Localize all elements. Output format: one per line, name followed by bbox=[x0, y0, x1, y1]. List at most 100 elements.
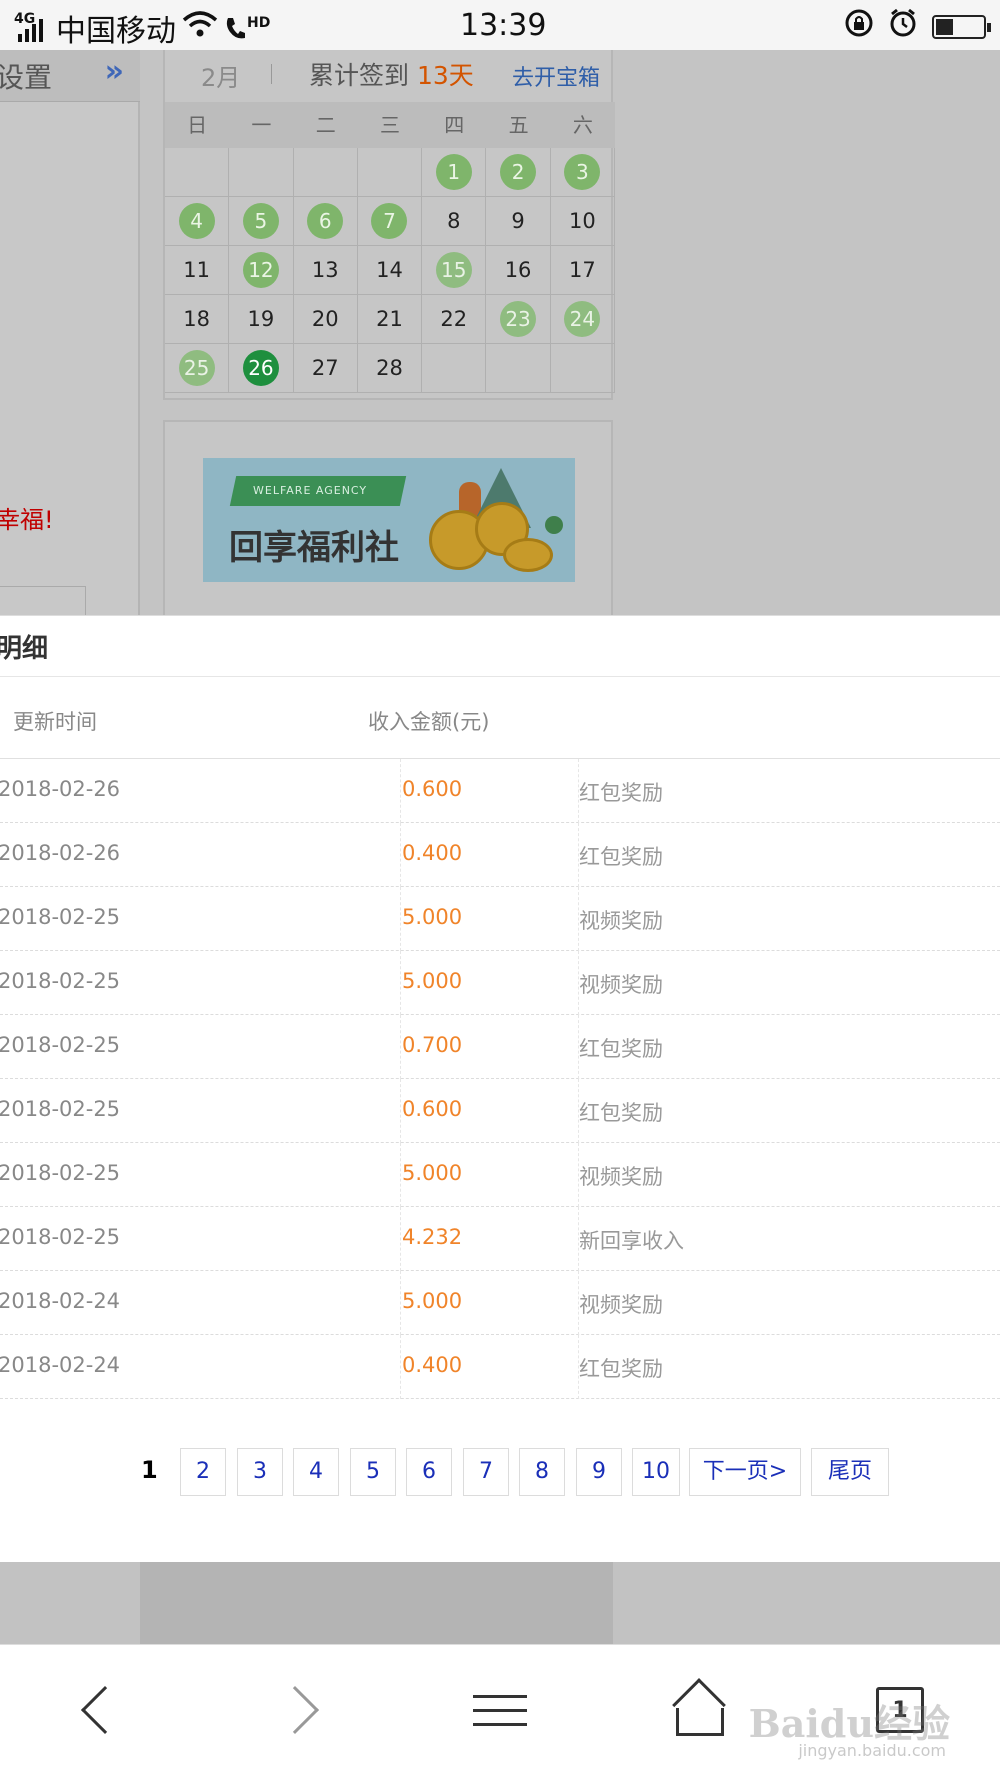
page-link[interactable]: 10 bbox=[632, 1448, 680, 1496]
income-date: 2018-02-24 bbox=[0, 1289, 121, 1313]
weekday-label: 四 bbox=[444, 113, 465, 137]
income-amount: 5.000 bbox=[402, 969, 463, 993]
banner-title: 回享福利社 bbox=[229, 528, 399, 568]
income-type: 视频奖励 bbox=[579, 1293, 663, 1317]
calendar-weekdays: 日一二三四五六 bbox=[165, 102, 615, 148]
next-page-button[interactable]: 下一页> bbox=[689, 1448, 801, 1496]
column-divider bbox=[578, 1143, 579, 1207]
signed-day: 1 bbox=[435, 154, 472, 190]
page-link[interactable]: 9 bbox=[576, 1448, 622, 1496]
calendar-day-cell bbox=[486, 344, 551, 393]
calendar-day-cell bbox=[229, 148, 294, 197]
watermark-logo: Baidu经验 bbox=[748, 1701, 950, 1746]
calendar-day-number: 9 bbox=[511, 209, 525, 233]
weekday-label: 六 bbox=[572, 113, 593, 137]
watermark-url: jingyan.baidu.com bbox=[798, 1741, 946, 1760]
column-divider bbox=[400, 951, 401, 1015]
page-link[interactable]: 6 bbox=[406, 1448, 452, 1496]
income-type: 视频奖励 bbox=[579, 973, 663, 997]
calendar-day-cell bbox=[357, 148, 423, 197]
menu-icon bbox=[473, 1684, 527, 1737]
calendar-day-cell: 23 bbox=[486, 295, 551, 344]
calendar-day-cell: 28 bbox=[357, 344, 423, 393]
income-row: 2018-02-24 5.000 视频奖励 bbox=[0, 1271, 1000, 1335]
column-header-amount: 收入金额(元) bbox=[368, 710, 490, 734]
income-amount: 0.600 bbox=[402, 1097, 463, 1121]
calendar-day-cell: 24 bbox=[550, 295, 615, 344]
income-date: 2018-02-25 bbox=[0, 905, 121, 929]
income-amount: 5.000 bbox=[402, 1161, 463, 1185]
total-sign-in-label: 累计签到 bbox=[309, 61, 417, 90]
income-type: 红包奖励 bbox=[579, 781, 663, 805]
calendar-day-cell: 13 bbox=[293, 246, 358, 295]
income-amount: 5.000 bbox=[402, 1289, 463, 1313]
open-chest-link: 去开宝箱 bbox=[512, 66, 601, 91]
calendar-day-cell: 4 bbox=[165, 197, 230, 246]
page-link[interactable]: 5 bbox=[350, 1448, 396, 1496]
calendar-month: 2月 bbox=[201, 64, 241, 92]
income-type: 新回享收入 bbox=[579, 1229, 684, 1253]
calendar-day-number: 28 bbox=[376, 356, 403, 380]
income-date: 2018-02-25 bbox=[0, 1161, 121, 1185]
column-divider bbox=[400, 1143, 401, 1207]
income-row: 2018-02-25 5.000 视频奖励 bbox=[0, 1143, 1000, 1207]
background-bottom-strip bbox=[0, 1562, 1000, 1644]
divider bbox=[271, 64, 272, 84]
column-divider bbox=[400, 887, 401, 951]
column-divider bbox=[400, 823, 401, 887]
calendar-day-number: 16 bbox=[504, 258, 532, 282]
column-divider bbox=[578, 1015, 579, 1079]
settings-bar: 设置 » bbox=[0, 50, 140, 102]
back-arrow-icon bbox=[80, 1685, 130, 1735]
page-link[interactable]: 3 bbox=[237, 1448, 283, 1496]
column-divider bbox=[578, 1079, 579, 1143]
calendar-day-cell bbox=[293, 148, 358, 197]
background-left-panel: 设置 » 幸福! bbox=[0, 50, 140, 626]
page-link[interactable]: 2 bbox=[180, 1448, 226, 1496]
page-link[interactable]: 8 bbox=[519, 1448, 565, 1496]
column-divider bbox=[578, 887, 579, 951]
calendar-day-number: 10 bbox=[568, 209, 596, 233]
page-link[interactable]: 7 bbox=[463, 1448, 509, 1496]
income-date: 2018-02-26 bbox=[0, 777, 121, 801]
sign-in-calendar: 2月 累计签到 13天 去开宝箱 日一二三四五六 1 2 3 4 5 6 7 8 9 10 11 12… bbox=[163, 50, 615, 400]
weekday-label: 日 bbox=[187, 113, 208, 137]
today-signed-day: 26 bbox=[242, 350, 279, 386]
calendar-day-cell: 25 bbox=[165, 344, 230, 393]
income-type: 红包奖励 bbox=[579, 845, 663, 869]
column-divider bbox=[578, 823, 579, 887]
income-row: 2018-02-25 5.000 视频奖励 bbox=[0, 887, 1000, 951]
income-date: 2018-02-25 bbox=[0, 969, 121, 993]
weekday-label: 二 bbox=[315, 113, 336, 137]
income-type: 红包奖励 bbox=[579, 1037, 663, 1061]
hd-call-icon: HD bbox=[224, 15, 270, 41]
total-sign-in-days: 13天 bbox=[416, 61, 474, 90]
calendar-day-cell: 15 bbox=[422, 246, 487, 295]
calendar-day-cell: 9 bbox=[486, 197, 551, 246]
income-amount: 0.400 bbox=[402, 1353, 463, 1377]
calendar-day-cell: 2 bbox=[486, 148, 551, 197]
page-link[interactable]: 4 bbox=[293, 1448, 339, 1496]
column-divider bbox=[400, 1271, 401, 1335]
column-divider bbox=[578, 1335, 579, 1399]
calendar-day-cell bbox=[165, 148, 230, 197]
calendar-day-cell: 12 bbox=[229, 246, 294, 295]
calendar-day-number: 20 bbox=[311, 307, 339, 331]
last-page-button[interactable]: 尾页 bbox=[811, 1448, 889, 1496]
weekday-label: 五 bbox=[508, 113, 529, 137]
forward-button[interactable] bbox=[262, 1675, 342, 1745]
back-button[interactable] bbox=[58, 1675, 138, 1745]
menu-button[interactable] bbox=[460, 1675, 540, 1745]
calendar-day-number: 8 bbox=[447, 209, 461, 233]
signed-day: 15 bbox=[435, 252, 472, 288]
hd-label: HD bbox=[247, 15, 271, 31]
income-type: 红包奖励 bbox=[579, 1357, 663, 1381]
calendar-day-number: 11 bbox=[183, 258, 210, 282]
column-divider bbox=[578, 1271, 579, 1335]
income-date: 2018-02-25 bbox=[0, 1033, 121, 1057]
divider bbox=[0, 676, 1000, 677]
signed-day: 3 bbox=[564, 154, 601, 190]
home-button[interactable] bbox=[660, 1675, 740, 1745]
red-note-text: 幸福! bbox=[0, 506, 54, 534]
calendar-day-cell: 17 bbox=[550, 246, 615, 295]
